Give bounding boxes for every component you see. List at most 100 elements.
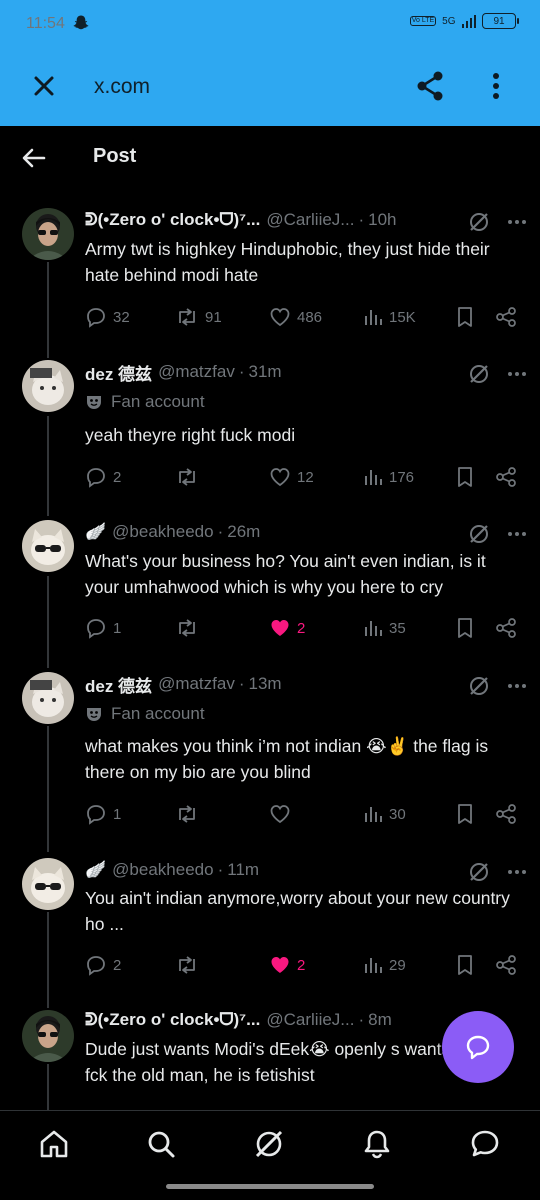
views-button[interactable]: 15K [363,307,416,327]
compose-chat-button[interactable] [442,1011,514,1083]
timestamp[interactable]: 10h [368,210,396,230]
views-button[interactable]: 176 [363,467,414,487]
heart-filled-icon [271,957,289,973]
avatar[interactable] [22,520,74,572]
reply-button[interactable]: 2 [85,954,121,976]
handle[interactable]: @matzfav [158,362,235,382]
display-name[interactable]: ᕲ(•Zero o' clock•ᗜ)⁷... [85,210,260,230]
share-icon[interactable] [412,68,448,104]
handle[interactable]: @CarliieJ... [266,210,354,230]
reply-count: 1 [113,805,122,823]
handle[interactable]: @CarliieJ... [266,1010,354,1030]
repost-button[interactable]: 91 [175,306,222,328]
reply-button[interactable]: 1 [85,803,121,825]
gesture-home-bar[interactable] [166,1184,374,1189]
badge-text: Fan account [111,704,205,723]
share-icon [496,307,516,327]
repost-button[interactable] [175,803,205,825]
timestamp[interactable]: 13m [249,674,282,694]
repost-button[interactable] [175,617,205,639]
search-icon[interactable] [144,1127,178,1161]
theater-mask-icon [87,396,101,409]
timestamp[interactable]: 31m [249,362,282,382]
avatar[interactable] [22,858,74,910]
grok-icon[interactable] [468,675,490,697]
timestamp[interactable]: 26m [227,522,260,542]
post[interactable]: 🪽 @beakheedo · 11m You ain't indian anym… [0,856,540,996]
post[interactable]: ᕲ(•Zero o' clock•ᗜ)⁷... @CarliieJ... · 1… [0,206,540,346]
reply-count: 1 [113,619,122,637]
bookmark-button[interactable] [455,617,475,639]
display-name[interactable]: ᕲ(•Zero o' clock•ᗜ)⁷... [85,1010,260,1030]
handle[interactable]: @matzfav [158,674,235,694]
messages-icon[interactable] [468,1127,502,1161]
more-horizontal-icon[interactable] [506,861,528,883]
share-post-button[interactable] [495,954,517,976]
share-icon [496,955,516,975]
bookmark-button[interactable] [455,306,475,328]
share-icon [496,467,516,487]
grok-icon[interactable] [468,363,490,385]
close-icon[interactable] [28,70,60,102]
reply-button[interactable]: 32 [85,306,130,328]
grok-icon[interactable] [468,211,490,233]
post-text: yeah theyre right fuck modi [85,425,296,445]
grok-icon[interactable] [252,1127,286,1161]
timestamp[interactable]: 8m [368,1010,392,1030]
notifications-icon[interactable] [360,1127,394,1161]
grok-icon[interactable] [468,523,490,545]
back-arrow-icon[interactable] [20,144,48,172]
like-button[interactable]: 2 [269,617,305,639]
handle[interactable]: @beakheedo [112,522,213,542]
like-button[interactable]: 2 [269,954,305,976]
avatar[interactable] [22,360,74,412]
more-horizontal-icon[interactable] [506,211,528,233]
like-button[interactable]: 12 [269,466,314,488]
timestamp[interactable]: 11m [227,860,259,880]
home-icon[interactable] [37,1127,71,1161]
display-name[interactable]: 🪽 [85,522,106,542]
repost-icon [179,619,195,637]
more-horizontal-icon[interactable] [506,523,528,545]
more-horizontal-icon[interactable] [506,675,528,697]
views-button[interactable]: 29 [363,955,406,975]
repost-button[interactable] [175,954,205,976]
avatar[interactable] [22,672,74,724]
handle[interactable]: @beakheedo [112,860,213,880]
views-button[interactable]: 35 [363,618,406,638]
bookmark-button[interactable] [455,954,475,976]
post[interactable]: dez 德兹 @matzfav · 31m Fan account yeah t… [0,358,540,508]
share-post-button[interactable] [495,803,517,825]
avatar[interactable] [22,1010,74,1062]
avatar[interactable] [22,208,74,260]
repost-button[interactable] [175,466,205,488]
grok-icon[interactable] [468,861,490,883]
views-button[interactable]: 30 [363,804,406,824]
share-post-button[interactable] [495,306,517,328]
heart-filled-icon [271,620,289,636]
like-button[interactable] [269,803,297,825]
more-horizontal-icon[interactable] [506,363,528,385]
post[interactable]: dez 德兹 @matzfav · 13m Fan account what m… [0,670,540,840]
views-icon [365,470,382,485]
separator-dot: · [358,1010,365,1029]
share-post-button[interactable] [495,617,517,639]
like-button[interactable]: 486 [269,306,322,328]
post[interactable]: 🪽 @beakheedo · 26m What's your business … [0,518,540,658]
parody-label: Fan account [85,392,205,412]
display-name[interactable]: 🪽 [85,860,106,880]
share-post-button[interactable] [495,466,517,488]
url-text[interactable]: x.com [94,75,150,99]
more-vertical-icon[interactable] [482,70,510,102]
like-count: 12 [297,468,314,486]
reply-button[interactable]: 1 [85,617,121,639]
reply-count: 2 [113,468,122,486]
battery-level: 91 [493,15,505,27]
display-name[interactable]: dez 德兹 [85,672,152,697]
reply-button[interactable]: 2 [85,466,121,488]
like-count: 486 [297,308,323,326]
display-name[interactable]: dez 德兹 [85,360,152,385]
post-text: what makes you think i’m not indian 😭✌️ … [85,736,489,782]
bookmark-button[interactable] [455,466,475,488]
bookmark-button[interactable] [455,803,475,825]
